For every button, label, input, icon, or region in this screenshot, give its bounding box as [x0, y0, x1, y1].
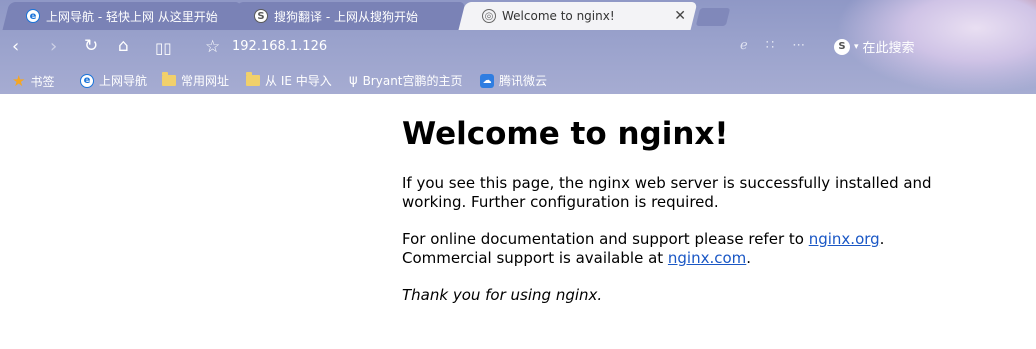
nginx-com-link[interactable]: nginx.com: [668, 249, 746, 267]
new-tab-button[interactable]: [695, 8, 731, 26]
tab-nginx[interactable]: ◎ Welcome to nginx! ✕: [458, 2, 698, 30]
bookmark-navigation[interactable]: e 上网导航: [80, 72, 147, 89]
ie-e-icon: e: [26, 9, 40, 23]
search-label: 在此搜索: [862, 41, 915, 56]
bookmark-import-ie[interactable]: 从 IE 中导入: [246, 72, 332, 89]
thanks-text: Thank you for using nginx.: [402, 286, 603, 304]
bookmark-common-sites[interactable]: 常用网址: [162, 72, 229, 89]
home-icon[interactable]: ⌂: [118, 36, 129, 56]
globe-icon: ◎: [482, 9, 496, 23]
docs-punct: .: [879, 230, 885, 248]
folder-icon: [162, 72, 176, 86]
docs-paragraph: For online documentation and support ple…: [402, 230, 962, 268]
more-icon[interactable]: ⋯: [792, 38, 805, 53]
star-icon: ★: [12, 72, 26, 90]
sogou-icon: S: [254, 9, 268, 23]
support-text: Commercial support is available at: [402, 249, 668, 267]
bookmark-label: 书签: [30, 74, 55, 89]
dropdown-icon: ▾: [854, 41, 859, 52]
bookmark-bryant[interactable]: ψ Bryant宫鹏的主页: [349, 72, 463, 89]
folder-icon: [246, 72, 260, 86]
bookmark-weiyun[interactable]: ☁ 腾讯微云: [480, 72, 547, 89]
search-button[interactable]: S ▾ 在此搜索: [834, 37, 915, 56]
bookmark-label: Bryant宫鹏的主页: [362, 74, 463, 88]
browser-chrome: e 上网导航 - 轻快上网 从这里开始 S 搜狗翻译 - 上网从搜狗开始 ◎ W…: [0, 0, 1036, 94]
refresh-icon[interactable]: ↻: [84, 36, 98, 56]
favorite-star-icon[interactable]: ☆: [205, 37, 220, 57]
thanks-paragraph: Thank you for using nginx.: [402, 286, 962, 305]
ie-e-icon: e: [80, 73, 94, 88]
intro-paragraph: If you see this page, the nginx web serv…: [402, 174, 932, 211]
tab-label: 上网导航 - 轻快上网 从这里开始: [46, 9, 218, 24]
nginx-welcome-content: Welcome to nginx! If you see this page, …: [402, 116, 962, 323]
bookmark-label: 从 IE 中导入: [265, 74, 332, 88]
support-punct: .: [746, 249, 752, 267]
sogou-search-icon: S: [834, 38, 850, 55]
tab-navigation[interactable]: e 上网导航 - 轻快上网 从这里开始: [2, 2, 242, 30]
cloud-icon: ☁: [480, 73, 494, 88]
tab-sogou-translate[interactable]: S 搜狗翻译 - 上网从搜狗开始: [230, 2, 466, 30]
tab-label: 搜狗翻译 - 上网从搜狗开始: [274, 9, 418, 24]
ie-mode-icon[interactable]: ℯ: [740, 38, 748, 53]
bookmark-label: 腾讯微云: [499, 74, 548, 88]
address-bar: ‹ › ↻ ⌂ ▯▯ ☆ 192.168.1.126 ℯ ∷ ⋯ S ▾ 在此搜…: [0, 32, 1036, 64]
bookmark-favorites[interactable]: ★ 书签: [12, 72, 54, 90]
reader-icon[interactable]: ▯▯: [155, 39, 172, 57]
bookmark-label: 常用网址: [181, 74, 230, 88]
bookmark-label: 上网导航: [99, 74, 148, 88]
grid-icon[interactable]: ∷: [766, 38, 774, 53]
nginx-org-link[interactable]: nginx.org: [809, 230, 880, 248]
toolbar-icons: ℯ ∷ ⋯: [740, 38, 805, 53]
docs-text: For online documentation and support ple…: [402, 230, 809, 248]
page-viewport: Welcome to nginx! If you see this page, …: [0, 94, 1036, 349]
page-title: Welcome to nginx!: [402, 116, 729, 152]
back-icon[interactable]: ‹: [12, 36, 19, 57]
tab-label: Welcome to nginx!: [502, 9, 615, 23]
bryant-icon: ψ: [349, 73, 358, 88]
close-icon[interactable]: ✕: [674, 8, 686, 24]
url-input[interactable]: 192.168.1.126: [232, 39, 327, 54]
tab-bar: e 上网导航 - 轻快上网 从这里开始 S 搜狗翻译 - 上网从搜狗开始 ◎ W…: [0, 0, 1036, 32]
forward-icon[interactable]: ›: [50, 36, 57, 57]
bookmarks-bar: ★ 书签 e 上网导航 常用网址 从 IE 中导入 ψ Bryant宫鹏的主页 …: [0, 64, 1036, 94]
